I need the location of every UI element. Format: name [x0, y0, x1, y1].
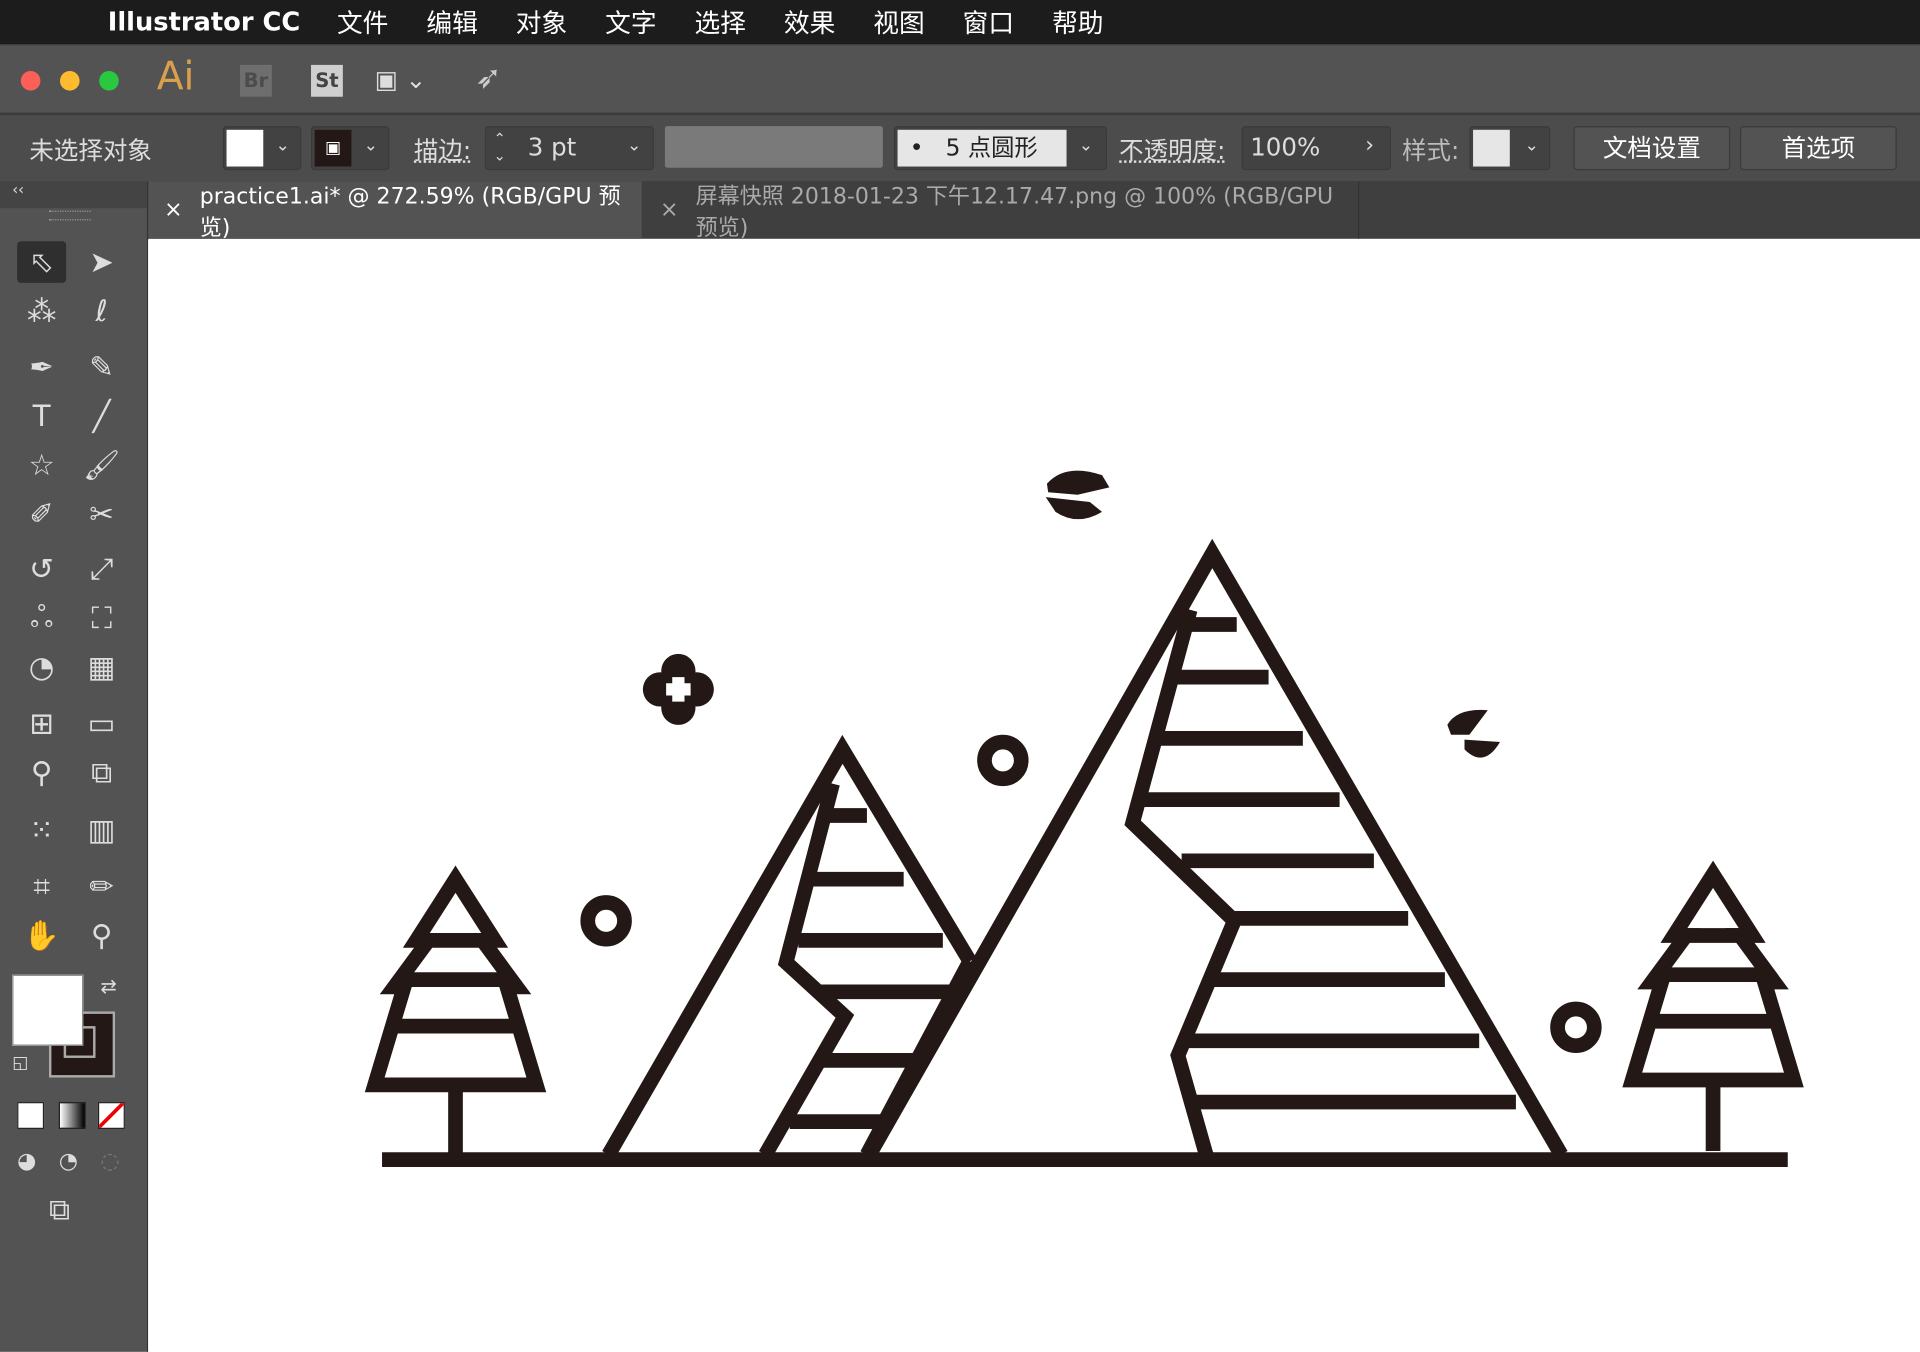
broken-planet-2 [1447, 709, 1501, 758]
ring-1 [977, 734, 1029, 787]
flower [642, 653, 714, 725]
small-mountain [602, 734, 977, 1159]
broken-planet-1 [1045, 470, 1110, 520]
artwork [364, 470, 1804, 1167]
big-mountain [863, 538, 1568, 1159]
left-tree [364, 865, 547, 1156]
ring-2 [580, 895, 632, 947]
ring-3 [1550, 1001, 1602, 1054]
right-tree [1622, 860, 1804, 1152]
